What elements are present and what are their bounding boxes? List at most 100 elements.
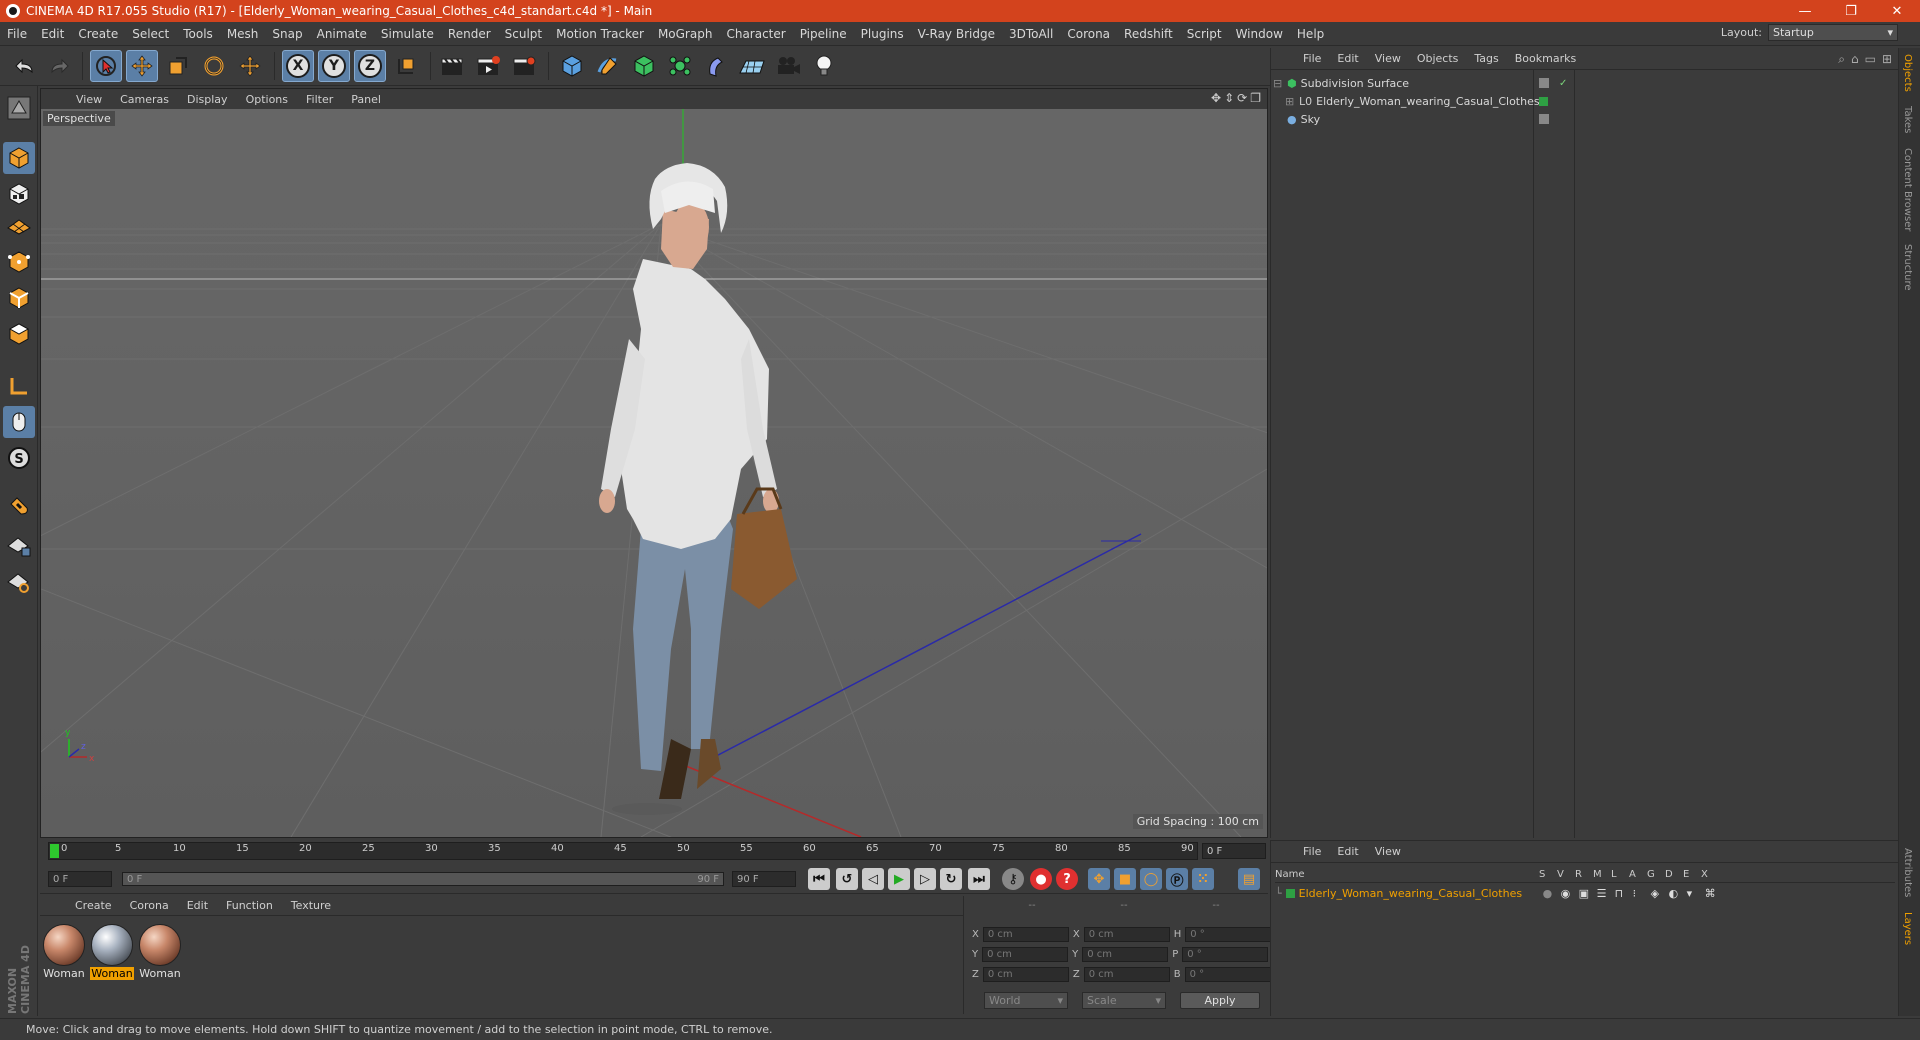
render-to-picture-viewer-button[interactable] (472, 50, 504, 82)
axis-mode-button[interactable] (3, 370, 35, 402)
collapse-icon[interactable]: ⊟ (1273, 77, 1283, 90)
menu-snap[interactable]: Snap (265, 27, 309, 41)
viewport-perspective[interactable]: View Cameras Display Options Filter Pane… (40, 88, 1268, 838)
enabled-check-icon[interactable]: ✓ (1559, 78, 1567, 89)
make-editable-button[interactable] (3, 92, 35, 124)
tab-structure[interactable]: Structure (1902, 244, 1913, 291)
viewport-menu-cameras[interactable]: Cameras (111, 93, 178, 106)
end-frame-field[interactable]: 90 F (732, 871, 796, 887)
subdivision-surface-button[interactable] (628, 50, 660, 82)
texture-mode-button[interactable] (3, 178, 35, 210)
material-swatch[interactable]: Woman (90, 924, 134, 980)
y-axis-lock-button[interactable]: Y (318, 50, 350, 82)
menu-redshift[interactable]: Redshift (1117, 27, 1180, 41)
lock-icon[interactable]: ⊓ (1615, 887, 1633, 900)
cloner-button[interactable] (664, 50, 696, 82)
menu-mesh[interactable]: Mesh (220, 27, 266, 41)
size-y-field[interactable]: 0 cm (1082, 946, 1169, 962)
object-menu-bookmarks[interactable]: Bookmarks (1507, 52, 1584, 65)
menu-character[interactable]: Character (719, 27, 792, 41)
render-icon[interactable]: ▣ (1579, 887, 1597, 900)
menu-plugins[interactable]: Plugins (854, 27, 911, 41)
orbit-icon[interactable]: ⟳ (1237, 91, 1247, 105)
pan-icon[interactable]: ✥ (1211, 91, 1221, 105)
menu-create[interactable]: Create (71, 27, 125, 41)
close-button[interactable]: ✕ (1874, 0, 1920, 22)
timeline-ruler[interactable]: 0 5 10 15 20 25 30 35 40 45 50 55 60 65 … (48, 842, 1198, 860)
home-icon[interactable]: ⌂ (1851, 52, 1859, 67)
coordinate-mode-dropdown[interactable]: World ▾ (984, 992, 1068, 1009)
key-parameter-button[interactable]: Ⓟ (1166, 868, 1188, 890)
key-rotation-button[interactable]: ◯ (1140, 868, 1162, 890)
menu-vray-bridge[interactable]: V-Ray Bridge (911, 27, 1002, 41)
solo-dot-icon[interactable]: ● (1543, 887, 1561, 900)
edges-mode-button[interactable] (3, 282, 35, 314)
next-frame-button[interactable]: ▷ (914, 868, 936, 890)
menu-window[interactable]: Window (1229, 27, 1290, 41)
size-z-field[interactable]: 0 cm (1083, 966, 1170, 982)
playhead[interactable] (50, 844, 59, 858)
preview-range-slider[interactable]: 0 F 90 F (122, 872, 724, 886)
timeline-button[interactable]: ▤ (1238, 868, 1260, 890)
layer-menu-edit[interactable]: Edit (1329, 845, 1366, 858)
menu-animate[interactable]: Animate (310, 27, 374, 41)
layer-menu-file[interactable]: File (1295, 845, 1329, 858)
key-pla-button[interactable]: ⁙ (1192, 868, 1214, 890)
viewport-menu-filter[interactable]: Filter (297, 93, 342, 106)
scale-tool-button[interactable] (162, 50, 194, 82)
layout-dropdown[interactable]: Startup ▾ (1768, 24, 1898, 41)
snap-button[interactable] (3, 490, 35, 522)
object-menu-tags[interactable]: Tags (1466, 52, 1506, 65)
current-frame-field[interactable]: 0 F (1202, 843, 1266, 859)
menu-help[interactable]: Help (1290, 27, 1331, 41)
previous-key-button[interactable]: ↺ (836, 868, 858, 890)
rotate-tool-button[interactable] (198, 50, 230, 82)
material-menu-edit[interactable]: Edit (178, 899, 217, 912)
animation-icon[interactable]: ⁝ (1633, 887, 1651, 900)
live-selection-button[interactable] (90, 50, 122, 82)
menu-select[interactable]: Select (125, 27, 176, 41)
deformer-icon[interactable]: ◐ (1669, 887, 1687, 900)
menu-render[interactable]: Render (441, 27, 498, 41)
menu-3dtoall[interactable]: 3DToAll (1002, 27, 1060, 41)
object-menu-edit[interactable]: Edit (1329, 52, 1366, 65)
generator-icon[interactable]: ◈ (1651, 887, 1669, 900)
viewport-menu-view[interactable]: View (67, 93, 111, 106)
previous-frame-button[interactable]: ◁ (862, 868, 884, 890)
expression-icon[interactable]: ▾ (1687, 887, 1705, 900)
points-mode-button[interactable] (3, 246, 35, 278)
menu-edit[interactable]: Edit (34, 27, 71, 41)
viewport-canvas[interactable]: y x z Perspective Grid Spacing : 100 cm (41, 109, 1267, 837)
record-button[interactable]: ● (1030, 868, 1052, 890)
floor-button[interactable] (736, 50, 768, 82)
layer-color-icon[interactable] (1285, 888, 1295, 898)
tab-attributes[interactable]: Attributes (1902, 848, 1913, 897)
object-row[interactable]: ⊟ ⬢ Subdivision Surface ✓ (1273, 74, 1673, 92)
menu-mograph[interactable]: MoGraph (651, 27, 720, 41)
expand-icon[interactable]: ⊞ (1882, 52, 1892, 67)
material-swatch[interactable]: Woman (42, 924, 86, 980)
rotation-b-field[interactable]: 0 ° (1184, 966, 1271, 982)
menu-simulate[interactable]: Simulate (374, 27, 441, 41)
apply-button[interactable]: Apply (1180, 992, 1260, 1009)
menu-sculpt[interactable]: Sculpt (498, 27, 549, 41)
coordinate-system-button[interactable] (390, 50, 422, 82)
object-menu-view[interactable]: View (1367, 52, 1409, 65)
object-menu-objects[interactable]: Objects (1409, 52, 1467, 65)
render-view-button[interactable] (436, 50, 468, 82)
start-frame-field[interactable]: 0 F (48, 871, 112, 887)
viewport-menu-panel[interactable]: Panel (342, 93, 390, 106)
tab-layers[interactable]: Layers (1902, 912, 1913, 945)
rotation-p-field[interactable]: 0 ° (1182, 946, 1269, 962)
redo-button[interactable] (44, 50, 76, 82)
position-z-field[interactable]: 0 cm (982, 966, 1069, 982)
model-mode-button[interactable] (3, 142, 35, 174)
object-row[interactable]: ⊞ L0 Elderly_Woman_wearing_Casual_Clothe… (1273, 92, 1673, 110)
size-x-field[interactable]: 0 cm (1083, 926, 1170, 942)
search-icon[interactable]: ⌕ (1838, 52, 1845, 67)
go-to-end-button[interactable]: ⏭ (968, 868, 990, 890)
solo-button[interactable]: S (3, 442, 35, 474)
menu-motion-tracker[interactable]: Motion Tracker (549, 27, 651, 41)
size-mode-dropdown[interactable]: Scale ▾ (1082, 992, 1166, 1009)
cube-object-button[interactable] (556, 50, 588, 82)
